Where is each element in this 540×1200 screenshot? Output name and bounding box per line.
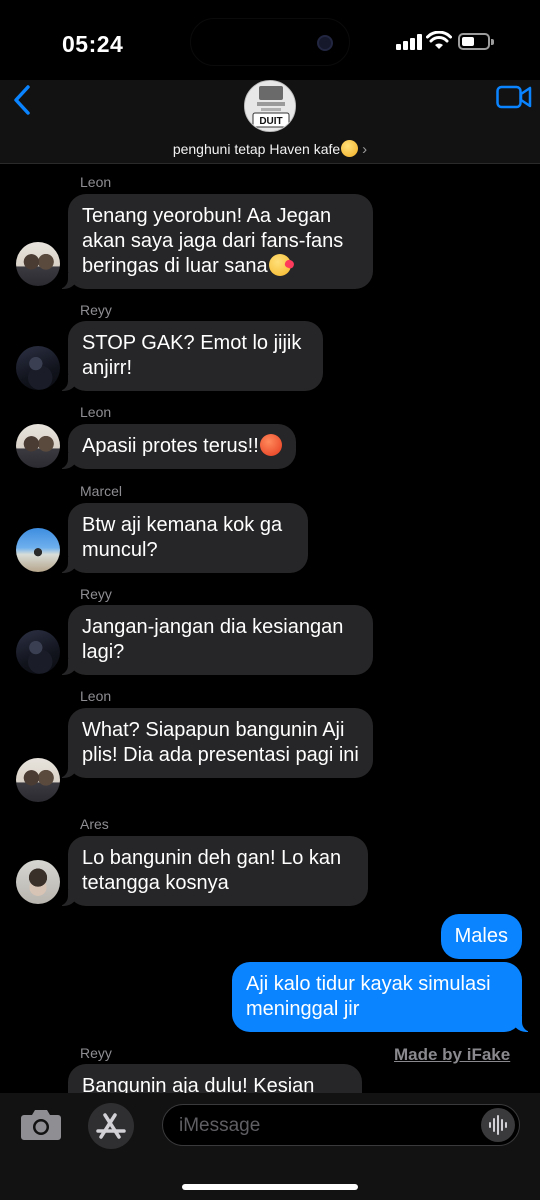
angry-face-icon xyxy=(259,434,282,456)
message-sender: Leon xyxy=(80,688,112,704)
avatar-leon[interactable] xyxy=(16,242,60,286)
message-bubble[interactable]: Tenang yeorobun! Aa Jegan akan saya jaga… xyxy=(56,194,373,289)
message-text: What? Siapapun bangunin Aji plis! Dia ad… xyxy=(82,719,359,766)
message-sender: Reyy xyxy=(80,302,112,318)
status-bar: 05:24 xyxy=(0,0,540,80)
avatar-reyy[interactable] xyxy=(16,630,60,674)
message-bubble[interactable]: Jangan-jangan dia kesiangan lagi? xyxy=(56,605,373,675)
home-indicator[interactable] xyxy=(182,1184,358,1190)
message-sender: Marcel xyxy=(80,483,123,499)
sent-message-bubble[interactable]: Aji kalo tidur kayak simulasi meninggal … xyxy=(232,962,534,1032)
group-name[interactable]: penghuni tetap Haven kafe › xyxy=(0,140,540,158)
cellular-signal-icon xyxy=(396,34,422,50)
avatar-leon[interactable] xyxy=(16,424,60,468)
avatar-ares[interactable] xyxy=(16,860,60,904)
imessage-placeholder: iMessage xyxy=(179,1115,261,1136)
message-bubble[interactable]: Lo bangunin deh gan! Lo kan tetangga kos… xyxy=(56,836,368,906)
message-text: Jangan-jangan dia kesiangan lagi? xyxy=(82,616,344,663)
message-sender: Leon xyxy=(80,404,112,420)
avatar-reyy[interactable] xyxy=(16,346,60,390)
drooling-money-face-icon xyxy=(341,140,359,157)
group-avatar-text: DUIT xyxy=(259,116,282,127)
video-camera-icon[interactable] xyxy=(496,84,532,110)
waveform-icon[interactable] xyxy=(481,1108,515,1142)
status-time: 05:24 xyxy=(62,31,124,57)
message-text: Lo bangunin deh gan! Lo kan tetangga kos… xyxy=(82,847,342,894)
camera-icon[interactable] xyxy=(20,1107,62,1141)
face-blowing-kiss-icon xyxy=(268,254,291,276)
message-sender: Reyy xyxy=(80,586,112,602)
message-text: Tenang yeorobun! Aa Jegan akan saya jaga… xyxy=(82,205,344,277)
message-text: Apasii protes terus!! xyxy=(82,435,259,457)
message-sender: Ares xyxy=(80,816,109,832)
message-text: STOP GAK? Emot lo jijik anjirr! xyxy=(82,332,302,379)
message-bubble[interactable]: What? Siapapun bangunin Aji plis! Dia ad… xyxy=(56,708,373,778)
avatar-leon[interactable] xyxy=(16,758,60,802)
battery-icon xyxy=(458,33,494,50)
message-sender: Leon xyxy=(80,174,112,190)
message-bubble[interactable]: Apasii protes terus!! xyxy=(56,424,296,469)
watermark: Made by iFake xyxy=(394,1045,511,1064)
message-text: Btw aji kemana kok ga muncul? xyxy=(82,514,283,561)
message-text: Aji kalo tidur kayak simulasi meninggal … xyxy=(246,973,491,1020)
group-name-label: penghuni tetap Haven kafe xyxy=(172,141,341,157)
dynamic-island xyxy=(190,18,350,66)
message-bubble[interactable]: STOP GAK? Emot lo jijik anjirr! xyxy=(56,321,323,391)
message-text: Males xyxy=(454,925,508,947)
message-bubble[interactable]: Btw aji kemana kok ga muncul? xyxy=(56,503,308,573)
chat-header: DUIT penghuni tetap Haven kafe › xyxy=(0,80,540,164)
sent-message-bubble[interactable]: Males xyxy=(440,914,522,959)
app-store-icon[interactable] xyxy=(88,1103,134,1149)
avatar-marcel[interactable] xyxy=(16,528,60,572)
chevron-left-icon[interactable] xyxy=(8,82,38,118)
wifi-icon xyxy=(426,31,452,49)
group-avatar[interactable]: DUIT xyxy=(244,80,296,132)
message-sender: Reyy xyxy=(80,1045,112,1061)
chevron-right-icon: › xyxy=(362,141,368,158)
imessage-input[interactable]: iMessage xyxy=(162,1104,520,1146)
